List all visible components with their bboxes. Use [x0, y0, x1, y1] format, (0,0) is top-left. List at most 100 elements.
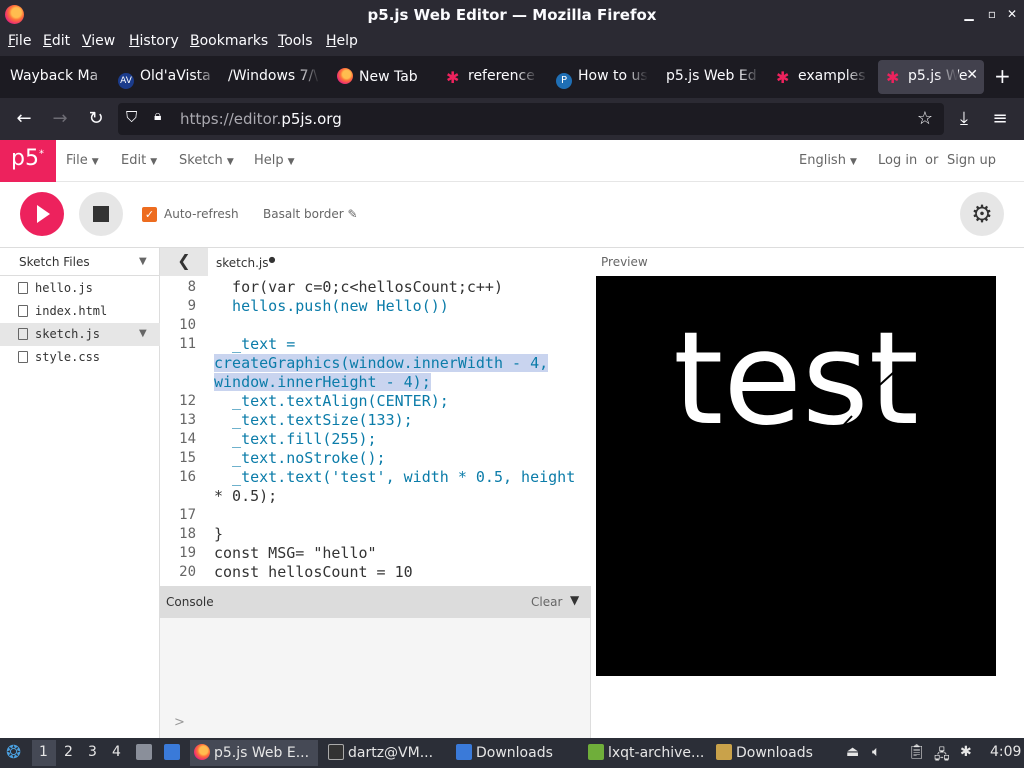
lock-icon[interactable]: 🔒︎	[154, 108, 161, 124]
p-icon: P	[556, 73, 572, 89]
sketch-name[interactable]: Basalt border ✎	[263, 207, 358, 221]
workspace-3[interactable]: 3	[88, 744, 97, 760]
line-number: 15	[179, 450, 196, 466]
network-icon[interactable]: 🖧	[934, 744, 950, 768]
p5-menu-edit[interactable]: Edit ▼	[121, 153, 157, 168]
file-item-sketch-js[interactable]: sketch.js ▼	[0, 323, 160, 346]
settings-button[interactable]: ⚙	[960, 192, 1004, 236]
tab-howto[interactable]: P How to us	[556, 60, 648, 94]
minimize-icon[interactable]: ▁	[960, 5, 978, 23]
show-desktop-icon[interactable]	[136, 744, 156, 761]
code-selection: createGraphics(window.innerWidth - 4,	[214, 354, 549, 372]
login-link[interactable]: Log in	[878, 153, 917, 168]
reload-icon[interactable]: ↻	[84, 107, 108, 131]
tab-windows7[interactable]: /Windows 7/\	[228, 60, 320, 94]
preview-canvas[interactable]: test	[596, 276, 996, 676]
code-line: }	[214, 525, 224, 543]
clock[interactable]: 4:09	[990, 744, 1021, 760]
url-bar[interactable]: ⛉ 🔒︎ https://editor.p5js.org	[118, 103, 944, 135]
line-number: 18	[179, 526, 196, 542]
workspace-4[interactable]: 4	[112, 744, 121, 760]
console-clear-button[interactable]: Clear	[531, 595, 562, 609]
p5-menu-sketch[interactable]: Sketch ▼	[179, 153, 234, 168]
canvas-lines	[821, 371, 895, 449]
menu-history[interactable]: History	[129, 33, 179, 49]
menu-help[interactable]: Help	[326, 33, 358, 49]
url-text[interactable]: https://editor.p5js.org	[180, 110, 342, 128]
line-number: 10	[179, 317, 196, 333]
sidebar-title: Sketch Files	[19, 255, 90, 269]
start-menu-icon[interactable]: ❂	[6, 742, 26, 764]
console-body[interactable]: >	[160, 618, 591, 738]
editor-file-tab[interactable]: sketch.js●	[216, 255, 275, 270]
p5-header: p5* File ▼ Edit ▼ Sketch ▼ Help ▼ English ▼ L…	[0, 140, 1024, 182]
av-icon: AV	[118, 73, 134, 89]
stop-button[interactable]	[79, 192, 123, 236]
menu-view[interactable]: View	[82, 33, 115, 49]
forward-icon[interactable]: →	[48, 107, 72, 131]
task-label: Downloads	[476, 745, 553, 761]
chevron-down-icon[interactable]: ▼	[139, 256, 147, 267]
tab-newtab[interactable]: New Tab	[337, 60, 432, 94]
line-number: 13	[179, 412, 196, 428]
code-editor[interactable]: 8 9 10 11 12 13 14 15 16 17 18 19 20 for…	[160, 276, 591, 586]
autorefresh-checkbox[interactable]: ✓	[142, 207, 157, 222]
p5-logo[interactable]: p5*	[0, 140, 56, 182]
file-item-index-html[interactable]: index.html	[0, 300, 160, 323]
file-icon	[18, 282, 28, 294]
menu-tools[interactable]: Tools	[278, 33, 313, 49]
sidebar-header[interactable]: Sketch Files ▼	[0, 248, 160, 276]
downloads-icon[interactable]: ⤓	[952, 107, 976, 131]
window-titlebar: p5.js Web Editor — Mozilla Firefox ▁ ▫ ✕	[0, 0, 1024, 30]
task-downloads-1[interactable]: Downloads	[452, 740, 576, 766]
file-item-style-css[interactable]: style.css	[0, 346, 160, 369]
maximize-icon[interactable]: ▫	[983, 5, 1001, 23]
bookmark-star-icon[interactable]: ☆	[913, 107, 937, 131]
code-line: _text.textSize(133);	[214, 411, 413, 429]
tab-close-icon[interactable]: ✕	[966, 67, 978, 83]
eject-icon[interactable]: ⏏	[846, 744, 859, 760]
p5-menu-help[interactable]: Help ▼	[254, 153, 295, 168]
workspace-2[interactable]: 2	[64, 744, 73, 760]
play-button[interactable]	[20, 192, 64, 236]
tab-examples[interactable]: ✱ examples	[776, 60, 868, 94]
menu-edit[interactable]: Edit	[43, 33, 70, 49]
code-selection: window.innerHeight - 4);	[214, 373, 431, 391]
pencil-icon[interactable]: ✎	[348, 207, 358, 221]
task-archive[interactable]: lxqt-archive...	[584, 740, 708, 766]
console-header: Console Clear ▼	[160, 586, 591, 618]
new-tab-button[interactable]: +	[994, 64, 1011, 88]
menu-bookmarks[interactable]: Bookmarks	[190, 33, 268, 49]
console-prompt[interactable]: >	[174, 715, 185, 730]
file-item-hello-js[interactable]: hello.js	[0, 277, 160, 300]
line-number: 8	[187, 279, 196, 295]
task-firefox[interactable]: p5.js Web E...	[190, 740, 318, 766]
tab-wayback[interactable]: Wayback Ma	[10, 60, 110, 94]
menu-file[interactable]: File	[8, 33, 31, 49]
tab-p5editor-active[interactable]: ✱p5.js We ✕	[878, 60, 984, 94]
task-downloads-2[interactable]: Downloads	[712, 740, 836, 766]
collapse-sidebar-button[interactable]: ❮	[160, 248, 208, 276]
window-title: p5.js Web Editor — Mozilla Firefox	[367, 6, 657, 24]
tab-p5editor[interactable]: p5.js Web Ed	[666, 60, 760, 94]
chevron-down-icon[interactable]: ▼	[570, 593, 579, 607]
hamburger-menu-icon[interactable]: ≡	[988, 107, 1012, 131]
language-select[interactable]: English ▼	[799, 153, 857, 168]
workspace-1[interactable]: 1	[32, 740, 56, 766]
close-icon[interactable]: ✕	[1003, 5, 1021, 23]
bluetooth-icon[interactable]: ✱	[960, 744, 972, 760]
task-terminal[interactable]: dartz@VM...	[324, 740, 448, 766]
back-icon[interactable]: ←	[12, 107, 36, 131]
tab-oldavista[interactable]: AV Old'aVista	[118, 60, 218, 94]
tab-reference[interactable]: ✱ reference	[446, 60, 538, 94]
chevron-down-icon[interactable]: ▼	[139, 328, 147, 339]
volume-icon[interactable]: 🔈︎	[872, 744, 880, 760]
file-manager-icon[interactable]	[164, 744, 184, 761]
chevron-down-icon: ▼	[91, 157, 99, 167]
shield-icon[interactable]: ⛉	[126, 108, 137, 126]
url-domain: p5js.org	[281, 110, 342, 128]
p5-menu-file[interactable]: File ▼	[66, 153, 99, 168]
editor-filename: sketch.js	[216, 256, 269, 270]
signup-link[interactable]: Sign up	[947, 153, 996, 168]
clipboard-icon[interactable]: 📋︎	[908, 744, 926, 760]
